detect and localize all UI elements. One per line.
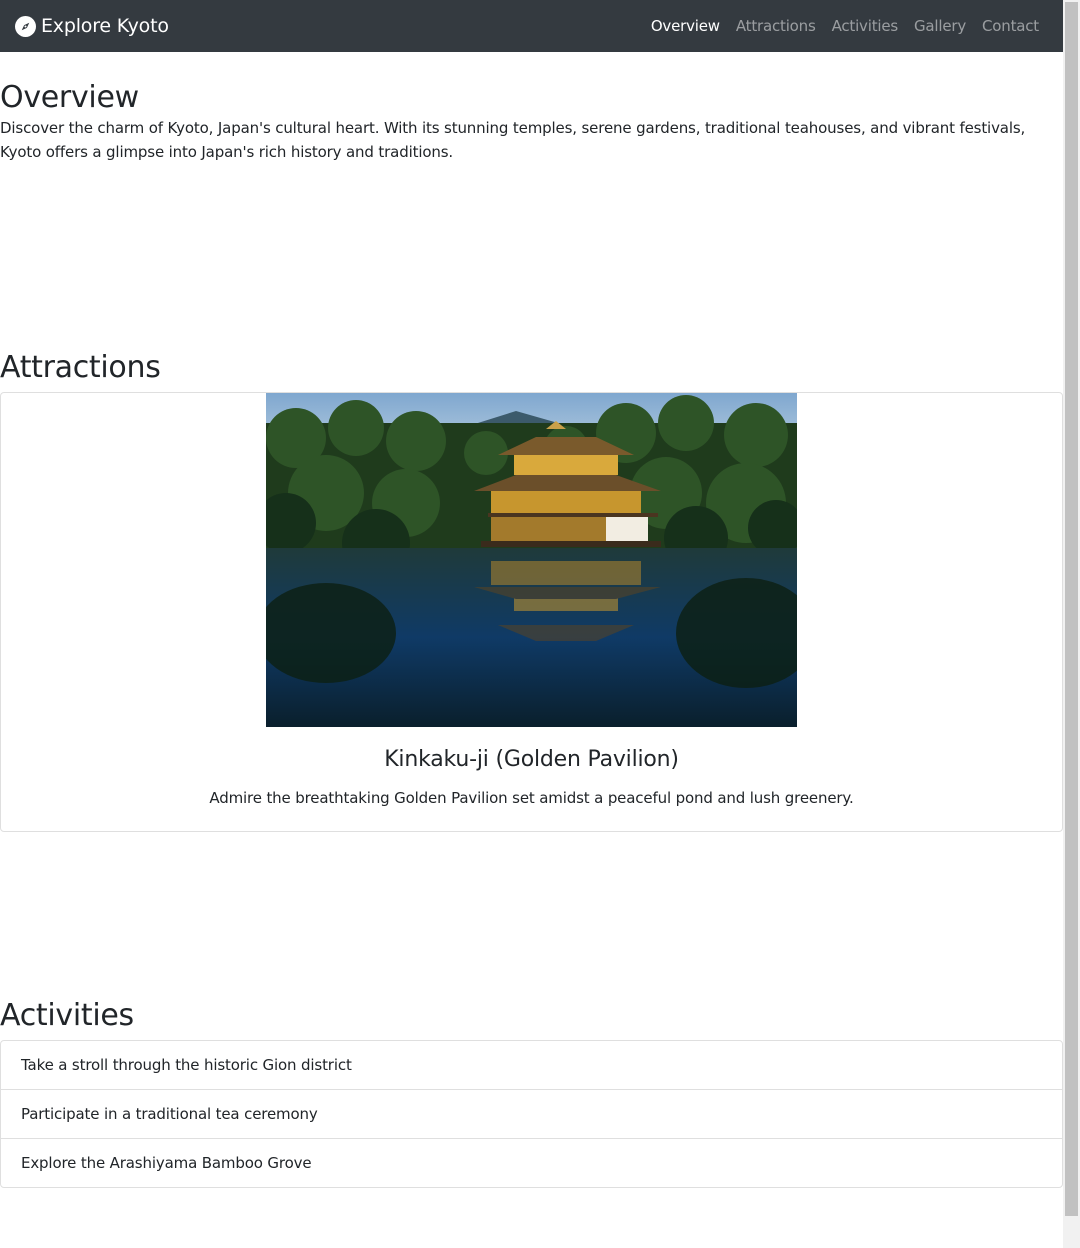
attraction-title: Kinkaku-ji (Golden Pavilion): [384, 747, 679, 772]
attractions-heading: Attractions: [0, 350, 161, 385]
nav-link-overview[interactable]: Overview: [643, 17, 728, 35]
golden-pavilion-photo: [266, 393, 797, 727]
nav-link-contact[interactable]: Contact: [974, 17, 1047, 35]
nav-link-attractions[interactable]: Attractions: [728, 17, 824, 35]
overview-heading: Overview: [0, 80, 139, 115]
brand-name: Explore Kyoto: [41, 15, 169, 37]
activities-list: Take a stroll through the historic Gion …: [0, 1040, 1063, 1188]
activities-heading: Activities: [0, 998, 134, 1033]
activities-section: Activities Take a stroll through the his…: [0, 998, 1063, 1188]
attraction-description: Admire the breathtaking Golden Pavilion …: [209, 789, 854, 807]
list-item: Explore the Arashiyama Bamboo Grove: [1, 1138, 1062, 1187]
overview-section: Overview Discover the charm of Kyoto, Ja…: [0, 80, 1063, 164]
attractions-section: Attractions Kinkaku-ji (Golden Pavilion)…: [0, 350, 1063, 832]
brand-link[interactable]: Explore Kyoto: [15, 15, 169, 37]
overview-text: Discover the charm of Kyoto, Japan's cul…: [0, 119, 1026, 161]
nav-links: Overview Attractions Activities Gallery …: [643, 17, 1047, 35]
compass-icon: [15, 15, 36, 37]
attraction-card: Kinkaku-ji (Golden Pavilion) Admire the …: [0, 392, 1063, 832]
nav-link-activities[interactable]: Activities: [824, 17, 906, 35]
top-navbar: Explore Kyoto Overview Attractions Activ…: [0, 0, 1063, 52]
vertical-scrollbar[interactable]: [1063, 0, 1080, 1248]
nav-link-gallery[interactable]: Gallery: [906, 17, 974, 35]
list-item: Take a stroll through the historic Gion …: [21, 1056, 352, 1074]
scrollbar-thumb[interactable]: [1065, 2, 1078, 1216]
list-item: Participate in a traditional tea ceremon…: [1, 1089, 1062, 1138]
